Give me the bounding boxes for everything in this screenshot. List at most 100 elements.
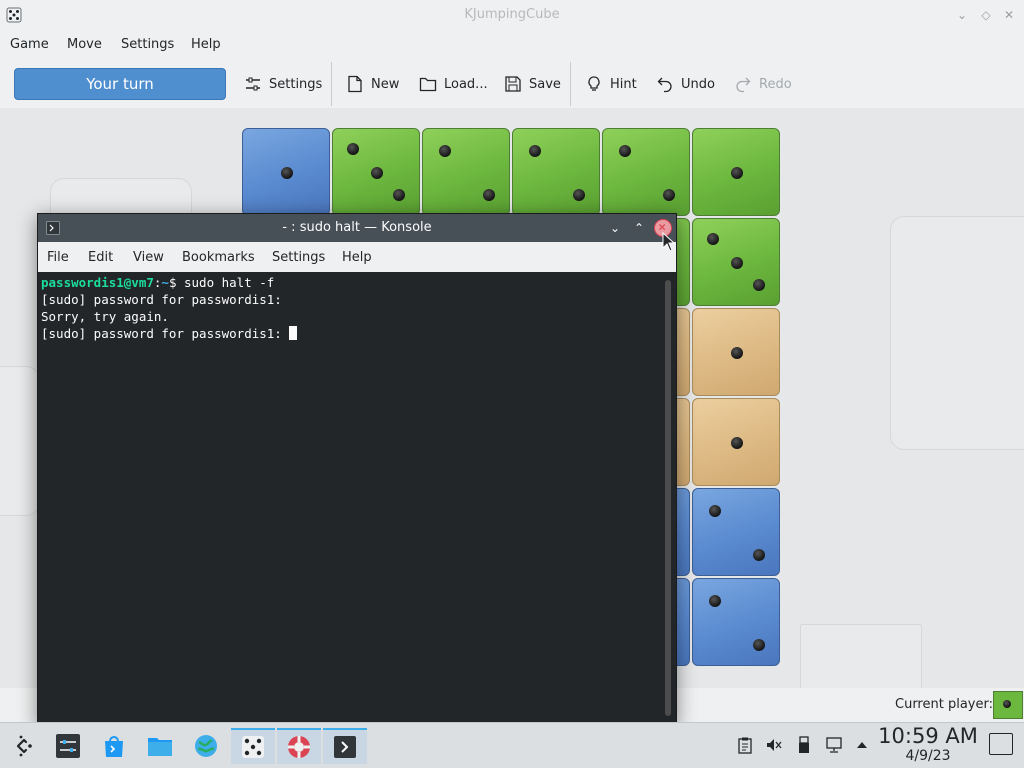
board-cube[interactable] xyxy=(332,128,420,216)
board-cube[interactable] xyxy=(692,128,780,216)
cube-pip xyxy=(439,145,451,157)
current-player-label: Current player: xyxy=(895,697,993,712)
new-game-button[interactable]: New xyxy=(346,72,399,96)
board-cube[interactable] xyxy=(602,128,690,216)
turn-indicator-button[interactable]: Your turn xyxy=(14,68,226,100)
app-titlebar: KJumpingCube ⌄ ◇ ✕ xyxy=(0,0,1024,30)
menu-game[interactable]: Game xyxy=(10,37,49,52)
cube-pip xyxy=(753,549,765,561)
konsole-task[interactable] xyxy=(323,728,367,764)
maximize-button[interactable]: ◇ xyxy=(977,6,995,24)
mouse-pointer-icon xyxy=(662,232,676,252)
help-center-task[interactable] xyxy=(277,728,321,764)
save-label: Save xyxy=(529,76,561,92)
board-cube[interactable] xyxy=(422,128,510,216)
command-text: $ sudo halt -f xyxy=(168,275,275,290)
minimize-button[interactable]: ⌄ xyxy=(953,6,971,24)
konsole-menu-help[interactable]: Help xyxy=(342,250,372,265)
clipboard-tray-button[interactable] xyxy=(736,736,754,754)
board-cube[interactable] xyxy=(692,488,780,576)
undo-label: Undo xyxy=(681,76,715,92)
terminal-scrollbar[interactable] xyxy=(665,280,671,716)
menu-move[interactable]: Move xyxy=(67,37,102,52)
prompt-user: passwordis1@vm7 xyxy=(41,275,154,290)
sliders-icon xyxy=(246,77,260,91)
cube-pip xyxy=(753,279,765,291)
save-icon xyxy=(505,76,521,92)
clipboard-icon xyxy=(738,737,752,754)
undo-button[interactable]: Undo xyxy=(656,72,715,96)
terminal-line: [sudo] password for passwordis1: xyxy=(41,325,661,342)
kjumpingcube-task[interactable] xyxy=(231,728,275,764)
board-cube[interactable] xyxy=(692,578,780,666)
show-hidden-tray-button[interactable] xyxy=(853,736,871,754)
expand-tray-icon xyxy=(857,742,867,748)
cube-pip xyxy=(1003,700,1011,708)
maximize-button[interactable]: ⌃ xyxy=(630,219,648,237)
board-cube[interactable] xyxy=(692,308,780,396)
help-lifebuoy-icon xyxy=(288,736,310,758)
board-cube[interactable] xyxy=(242,128,330,216)
save-button[interactable]: Save xyxy=(504,72,561,96)
window-title: KJumpingCube xyxy=(464,7,560,22)
konsole-titlebar[interactable]: - : sudo halt — Konsole ⌄ ⌃ xyxy=(38,214,676,242)
konsole-window[interactable]: - : sudo halt — Konsole ⌄ ⌃ File Edit Vi… xyxy=(37,213,677,725)
board-cube[interactable] xyxy=(692,398,780,486)
load-button[interactable]: Load... xyxy=(419,72,488,96)
discover-store-icon xyxy=(105,736,123,757)
redo-label: Redo xyxy=(759,76,792,92)
clock-time[interactable]: 10:59 AM xyxy=(878,724,978,748)
load-label: Load... xyxy=(444,76,488,92)
terminal-output[interactable]: passwordis1@vm7:~$ sudo halt -f [sudo] p… xyxy=(41,274,661,714)
background-decoration xyxy=(800,624,922,688)
konsole-menubar: File Edit View Bookmarks Settings Help xyxy=(38,242,676,272)
network-tray-button[interactable] xyxy=(825,736,843,754)
cube-pip xyxy=(393,189,405,201)
web-browser-launcher[interactable] xyxy=(184,728,228,764)
usb-device-icon xyxy=(799,736,809,753)
cube-pip xyxy=(707,233,719,245)
konsole-menu-file[interactable]: File xyxy=(47,250,69,265)
konsole-menu-settings[interactable]: Settings xyxy=(272,250,325,265)
volume-tray-button[interactable] xyxy=(765,736,783,754)
cube-pip xyxy=(731,257,743,269)
network-icon xyxy=(826,737,842,753)
redo-button[interactable]: Redo xyxy=(734,72,792,96)
hint-button[interactable]: Hint xyxy=(585,72,637,96)
background-decoration xyxy=(890,216,1024,450)
device-notifier-button[interactable] xyxy=(795,736,813,754)
menubar: Game Move Settings Help xyxy=(0,30,1024,58)
show-desktop-button[interactable] xyxy=(989,733,1013,755)
cube-pip xyxy=(281,167,293,179)
board-cube[interactable] xyxy=(512,128,600,216)
cube-pip xyxy=(619,145,631,157)
application-launcher-button[interactable] xyxy=(1,728,45,764)
cube-pip xyxy=(731,347,743,359)
close-button[interactable]: ✕ xyxy=(1000,6,1018,24)
konsole-menu-view[interactable]: View xyxy=(133,250,164,265)
cube-pip xyxy=(573,189,585,201)
menu-help[interactable]: Help xyxy=(191,37,221,52)
hint-label: Hint xyxy=(610,76,637,92)
prompt-path: ~ xyxy=(161,275,169,290)
file-manager-launcher[interactable] xyxy=(138,728,182,764)
minimize-button[interactable]: ⌄ xyxy=(606,219,624,237)
system-settings-launcher[interactable] xyxy=(46,728,90,764)
discover-launcher[interactable] xyxy=(92,728,136,764)
cube-pip xyxy=(347,143,359,155)
background-decoration xyxy=(0,366,40,516)
konsole-icon xyxy=(334,736,356,758)
web-browser-icon xyxy=(195,735,217,757)
terminal-line: [sudo] password for passwordis1: xyxy=(41,292,282,307)
konsole-menu-bookmarks[interactable]: Bookmarks xyxy=(182,250,255,265)
cube-pip xyxy=(709,505,721,517)
file-manager-icon xyxy=(148,738,172,756)
undo-icon xyxy=(657,77,672,93)
board-cube[interactable] xyxy=(692,218,780,306)
menu-settings[interactable]: Settings xyxy=(121,37,174,52)
password-prompt: [sudo] password for passwordis1: xyxy=(41,326,290,341)
clock-date[interactable]: 4/9/23 xyxy=(878,748,978,764)
settings-button[interactable]: Settings xyxy=(244,72,322,96)
cube-pip xyxy=(731,167,743,179)
konsole-menu-edit[interactable]: Edit xyxy=(88,250,113,265)
